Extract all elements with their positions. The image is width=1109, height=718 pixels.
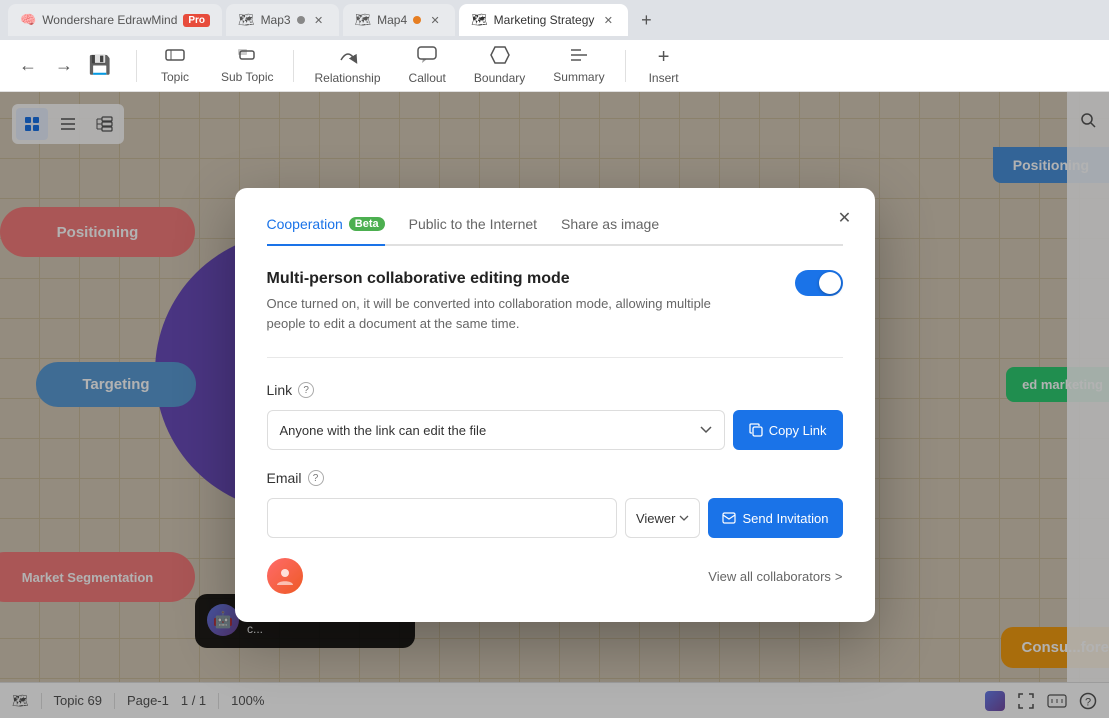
callout-icon [417, 46, 437, 69]
send-email-icon [722, 512, 736, 524]
tab-favicon: 🧠 [20, 12, 36, 28]
collab-title: Multi-person collaborative editing mode [267, 270, 747, 288]
toggle-knob [819, 272, 841, 294]
collab-header: Multi-person collaborative editing mode … [267, 270, 843, 333]
summary-icon [569, 47, 589, 68]
link-section: Link ? Anyone with the link can edit the… [267, 382, 843, 450]
tool-summary[interactable]: Summary [541, 43, 616, 88]
boundary-label: Boundary [474, 71, 525, 85]
topic-label: Topic [161, 70, 189, 84]
beta-badge: Beta [349, 217, 385, 231]
tab-close-map4[interactable]: ✕ [427, 12, 443, 28]
pro-badge: Pro [183, 14, 210, 27]
tab-label-marketing: Marketing Strategy [494, 13, 595, 27]
tab-map4[interactable]: 🗺 Map4 ✕ [343, 4, 456, 36]
tab-favicon-map4: 🗺 [355, 12, 372, 28]
collab-toggle[interactable] [795, 270, 843, 296]
share-modal: ✕ Cooperation Beta Public to the Interne… [235, 188, 875, 622]
collab-desc: Once turned on, it will be converted int… [267, 294, 747, 333]
tool-relationship[interactable]: Relationship [302, 42, 392, 89]
link-row: Anyone with the link can edit the file C… [267, 410, 843, 450]
collaborator-avatar [267, 558, 303, 594]
tab-cooperation[interactable]: Cooperation Beta [267, 216, 385, 246]
boundary-icon [490, 46, 510, 69]
viewer-chevron-icon [679, 515, 689, 521]
public-tab-label: Public to the Internet [409, 216, 537, 232]
toolbar-separator-3 [625, 50, 626, 82]
toolbar: ← → 💾 Topic Sub Topic Relationship Callo… [0, 40, 1109, 92]
email-section: Email ? Viewer Send Invitation [267, 470, 843, 538]
tab-dot-map4 [413, 16, 421, 24]
email-row: Viewer Send Invitation [267, 498, 843, 538]
tab-map3[interactable]: 🗺 Map3 ✕ [226, 4, 339, 36]
tool-topic[interactable]: Topic [145, 43, 205, 88]
toolbar-separator [136, 50, 137, 82]
tool-insert[interactable]: + Insert [634, 42, 694, 89]
tab-dot-map3 [297, 16, 305, 24]
insert-icon: + [658, 46, 670, 69]
forward-button[interactable]: → [48, 50, 80, 82]
email-input[interactable] [267, 498, 617, 538]
tool-subtopic[interactable]: Sub Topic [209, 43, 285, 88]
chevron-down-icon [700, 426, 712, 434]
tab-edrawmind[interactable]: 🧠 Wondershare EdrawMind Pro [8, 4, 222, 36]
tab-favicon-map3: 🗺 [238, 12, 255, 28]
send-invitation-button[interactable]: Send Invitation [708, 498, 842, 538]
tab-share-image[interactable]: Share as image [561, 216, 659, 246]
modal-tabs: Cooperation Beta Public to the Internet … [267, 216, 843, 246]
tab-marketing[interactable]: 🗺 Marketing Strategy ✕ [459, 4, 628, 36]
tool-callout[interactable]: Callout [397, 42, 458, 89]
modal-overlay: ✕ Cooperation Beta Public to the Interne… [0, 92, 1109, 718]
callout-label: Callout [409, 71, 446, 85]
toolbar-separator-2 [293, 50, 294, 82]
save-button[interactable]: 💾 [84, 50, 116, 82]
tab-close-marketing[interactable]: ✕ [600, 12, 616, 28]
summary-label: Summary [553, 70, 604, 84]
subtopic-label: Sub Topic [221, 70, 273, 84]
back-button[interactable]: ← [12, 50, 44, 82]
tab-label-map3: Map3 [261, 13, 291, 27]
link-permission-select[interactable]: Anyone with the link can edit the file [267, 410, 725, 450]
subtopic-icon [237, 47, 257, 68]
modal-close-button[interactable]: ✕ [831, 204, 859, 232]
copy-link-icon [749, 423, 763, 437]
view-all-collaborators-button[interactable]: View all collaborators > [708, 569, 842, 584]
cooperation-tab-label: Cooperation [267, 216, 343, 232]
tool-boundary[interactable]: Boundary [462, 42, 537, 89]
relationship-label: Relationship [314, 71, 380, 85]
canvas: Positioning Targeting Market Segmentatio… [0, 92, 1109, 718]
share-image-tab-label: Share as image [561, 216, 659, 232]
toolbar-nav: ← → 💾 [12, 50, 128, 82]
collab-section: Multi-person collaborative editing mode … [267, 270, 843, 358]
tab-label-map4: Map4 [377, 13, 407, 27]
tab-favicon-marketing: 🗺 [471, 12, 488, 28]
tab-close-map3[interactable]: ✕ [311, 12, 327, 28]
viewer-select[interactable]: Viewer [625, 498, 701, 538]
browser-chrome: 🧠 Wondershare EdrawMind Pro 🗺 Map3 ✕ 🗺 M… [0, 0, 1109, 40]
email-section-label: Email ? [267, 470, 843, 486]
email-help-icon[interactable]: ? [308, 470, 324, 486]
tab-label: Wondershare EdrawMind [42, 13, 177, 27]
collab-footer: View all collaborators > [267, 558, 843, 594]
avatar-icon [274, 565, 296, 587]
relationship-icon [337, 46, 359, 69]
new-tab-button[interactable]: + [632, 6, 660, 34]
link-help-icon[interactable]: ? [298, 382, 314, 398]
copy-link-button[interactable]: Copy Link [733, 410, 843, 450]
tab-public[interactable]: Public to the Internet [409, 216, 537, 246]
link-section-label: Link ? [267, 382, 843, 398]
collab-text: Multi-person collaborative editing mode … [267, 270, 747, 333]
insert-label: Insert [649, 71, 679, 85]
topic-icon [165, 47, 185, 68]
